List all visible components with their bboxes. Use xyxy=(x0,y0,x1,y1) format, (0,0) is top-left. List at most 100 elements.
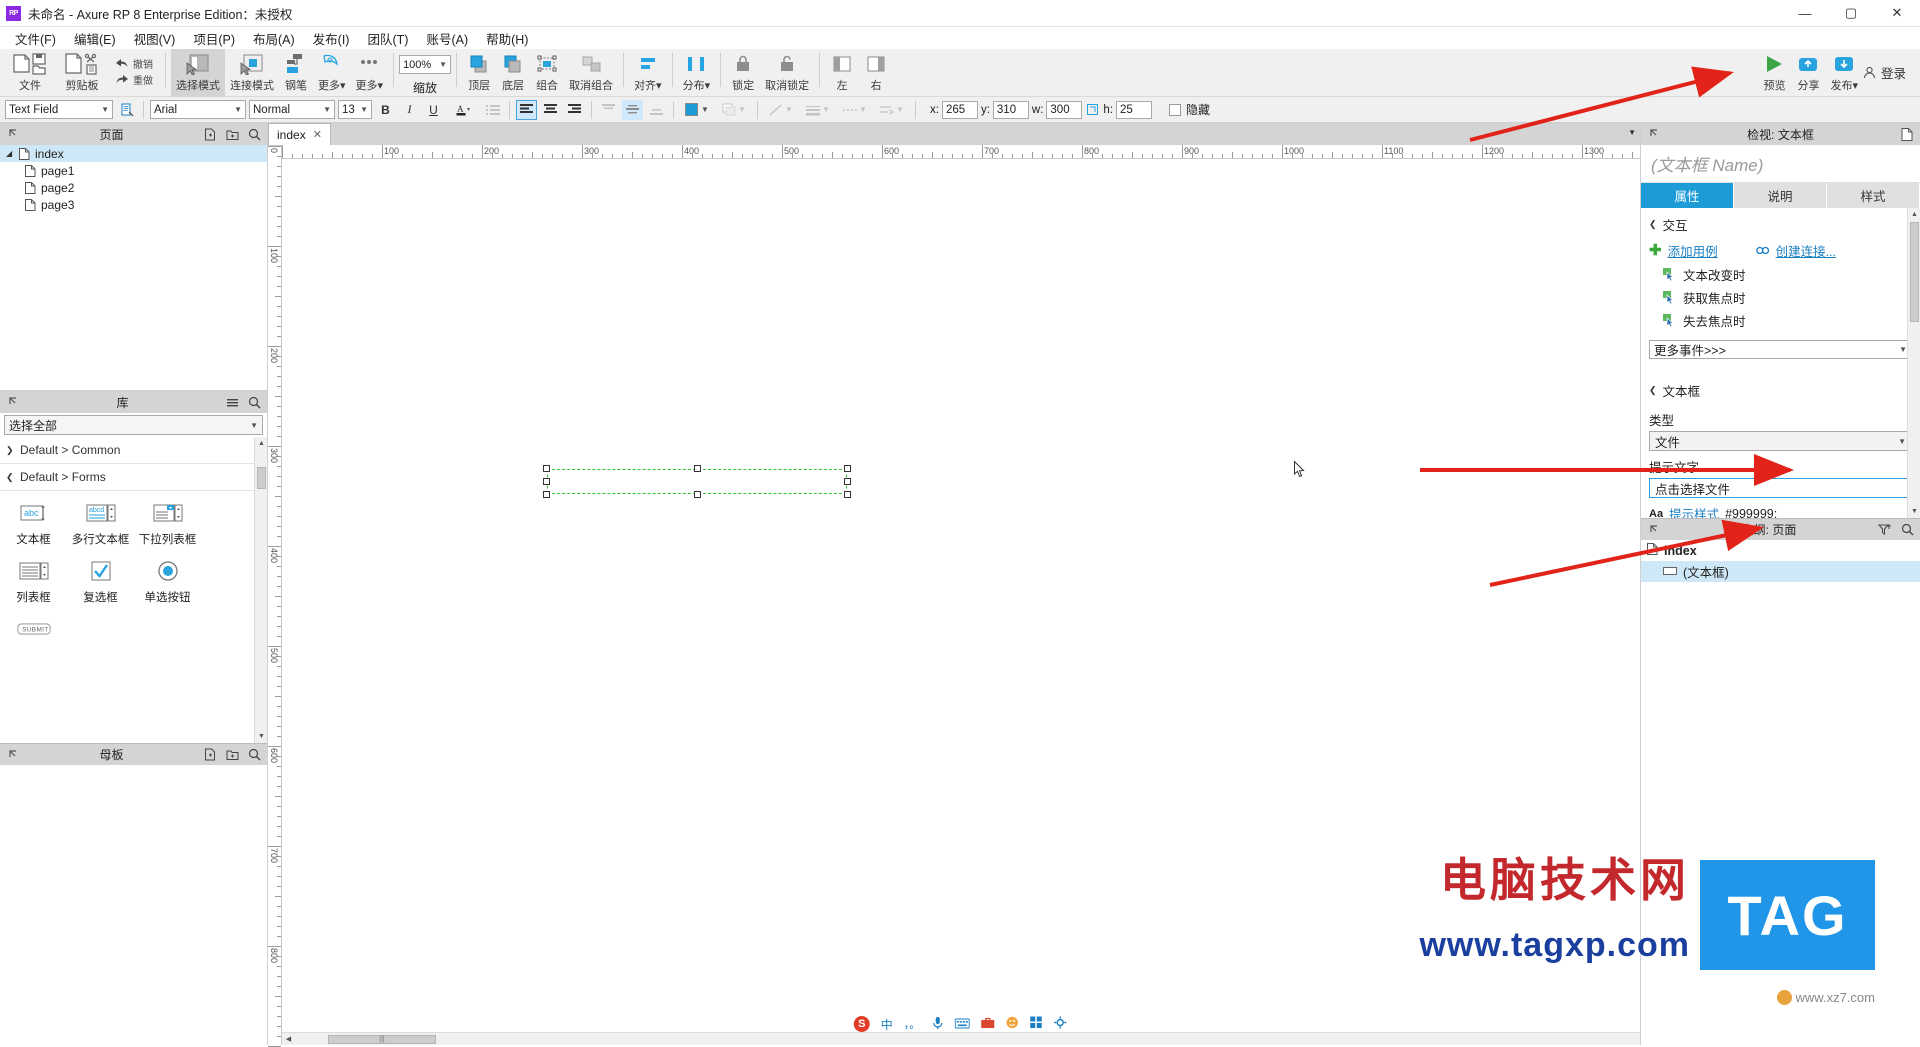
event-text-changed[interactable]: 文本改变时 xyxy=(1641,263,1920,286)
chevron-down-icon[interactable]: ▼ xyxy=(1628,128,1636,137)
toolbar-more-button[interactable]: 更多▾ xyxy=(313,49,351,97)
menu-icon[interactable] xyxy=(225,395,239,409)
outline-row-textbox[interactable]: (文本框) xyxy=(1641,561,1920,582)
collapse-arrow-icon[interactable] xyxy=(1647,127,1661,141)
toolbar-publish-button[interactable]: 发布▾ xyxy=(1825,49,1863,97)
resize-handle-e[interactable] xyxy=(844,478,851,485)
toolbar-ungroup-button[interactable]: 取消组合 xyxy=(564,49,618,97)
ime-mode-label[interactable]: 中 xyxy=(881,1016,893,1033)
design-canvas[interactable] xyxy=(282,159,1640,1032)
more-events-select[interactable]: 更多事件>>> ▼ xyxy=(1649,340,1912,359)
resize-handle-w[interactable] xyxy=(543,478,550,485)
toolbar-select-mode-button[interactable]: 选择模式 xyxy=(171,49,225,97)
resize-handle-nw[interactable] xyxy=(543,465,550,472)
line-style-icon[interactable]: ▼ xyxy=(764,100,798,120)
toolbar-connect-mode-button[interactable]: 连接模式 xyxy=(225,49,279,97)
align-center-icon[interactable] xyxy=(540,100,561,120)
menu-view[interactable]: 视图(V) xyxy=(125,27,185,50)
hint-text-input[interactable]: 点击选择文件 xyxy=(1649,478,1912,498)
menu-team[interactable]: 团队(T) xyxy=(358,27,417,50)
selected-textfield-widget[interactable] xyxy=(543,465,851,498)
page-tree-item-page3[interactable]: page3 xyxy=(0,196,267,213)
close-button[interactable]: ✕ xyxy=(1874,0,1920,27)
shadow-icon[interactable]: ▼ xyxy=(717,100,751,120)
page-tree-item-page1[interactable]: page1 xyxy=(0,162,267,179)
x-input[interactable]: 265 xyxy=(941,100,978,119)
settings-icon[interactable] xyxy=(1053,1016,1066,1032)
maximize-button[interactable]: ▢ xyxy=(1828,0,1874,27)
bold-button[interactable]: B xyxy=(375,100,396,120)
collapse-arrow-icon[interactable] xyxy=(6,748,20,762)
search-icon[interactable] xyxy=(1900,523,1914,537)
bullet-list-icon[interactable] xyxy=(482,100,503,120)
h-input[interactable]: 25 xyxy=(1116,100,1152,119)
hidden-checkbox[interactable] xyxy=(1169,103,1181,116)
fill-color-icon[interactable]: ▼ xyxy=(680,100,714,120)
menu-help[interactable]: 帮助(H) xyxy=(477,27,537,50)
font-size-select[interactable]: 13 ▼ xyxy=(338,100,372,119)
lock-ratio-icon[interactable] xyxy=(1085,100,1100,120)
collapse-arrow-icon[interactable] xyxy=(1647,523,1661,537)
align-left-icon[interactable] xyxy=(516,99,537,120)
tab-notes[interactable]: 说明 xyxy=(1734,183,1827,208)
filter-icon[interactable] xyxy=(1877,523,1891,537)
scroll-up-arrow-icon[interactable]: ▲ xyxy=(255,437,267,450)
toolbar-send-back-button[interactable]: 底层 xyxy=(496,49,530,97)
resize-handle-ne[interactable] xyxy=(844,465,851,472)
emoji-icon[interactable] xyxy=(1005,1016,1018,1032)
hscroll-thumb[interactable]: ||| xyxy=(328,1035,436,1044)
font-family-select[interactable]: Arial ▼ xyxy=(150,100,246,119)
close-icon[interactable]: ✕ xyxy=(313,128,322,141)
menu-publish[interactable]: 发布(I) xyxy=(304,27,359,50)
align-right-icon[interactable] xyxy=(564,100,585,120)
toolbar-left-panel-button[interactable]: 左 xyxy=(825,49,859,97)
line-dash-icon[interactable]: ▼ xyxy=(838,100,872,120)
widget-type-select[interactable]: Text Field ▼ xyxy=(5,100,113,119)
inspector-scrollbar[interactable]: ▲ ▼ xyxy=(1907,208,1920,518)
search-icon[interactable] xyxy=(247,395,261,409)
canvas-tab-index[interactable]: index ✕ xyxy=(268,123,331,145)
toolbar-file-button[interactable]: 文件 xyxy=(4,49,56,97)
widget-listbox[interactable]: 列表框 xyxy=(0,555,67,605)
toolbar-pen-button[interactable]: 钢笔 xyxy=(279,49,313,97)
outline-row-index[interactable]: index xyxy=(1641,540,1920,561)
underline-button[interactable]: U xyxy=(423,100,444,120)
scrollbar-thumb[interactable] xyxy=(1910,222,1919,322)
font-color-icon[interactable]: A xyxy=(447,100,479,120)
toolbox-icon[interactable] xyxy=(980,1017,994,1032)
toolbar-redo-button[interactable]: 重做 xyxy=(115,71,153,87)
widget-droplist[interactable]: 下拉列表框 xyxy=(134,497,201,547)
expand-arrow-icon[interactable]: ◢ xyxy=(6,149,18,158)
resize-handle-sw[interactable] xyxy=(543,491,550,498)
scroll-left-arrow-icon[interactable]: ◀ xyxy=(282,1033,295,1046)
mic-icon[interactable] xyxy=(931,1016,943,1033)
toolbar-clipboard-button[interactable]: 剪贴板 xyxy=(56,49,108,97)
zoom-select[interactable]: 100% ▼ xyxy=(399,55,452,74)
login-button[interactable]: 登录 xyxy=(1863,49,1920,82)
toolbar-bring-front-button[interactable]: 顶层 xyxy=(462,49,496,97)
toolbar-lock-button[interactable]: 锁定 xyxy=(726,49,760,97)
scroll-down-arrow-icon[interactable]: ▼ xyxy=(1908,505,1920,518)
toolbar-group-button[interactable]: 组合 xyxy=(530,49,564,97)
ime-punctuation-label[interactable]: ，。 xyxy=(904,1016,921,1032)
minimize-button[interactable]: — xyxy=(1782,0,1828,27)
resize-handle-se[interactable] xyxy=(844,491,851,498)
line-arrow-icon[interactable]: ▼ xyxy=(875,100,909,120)
scrollbar-thumb[interactable] xyxy=(257,467,266,489)
library-group-common[interactable]: ❯ Default > Common xyxy=(0,437,267,464)
valign-top-icon[interactable] xyxy=(598,100,619,120)
scroll-up-arrow-icon[interactable]: ▲ xyxy=(1908,208,1920,221)
page-tree-item-page2[interactable]: page2 xyxy=(0,179,267,196)
toolbar-right-panel-button[interactable]: 右 xyxy=(859,49,893,97)
widget-radio-button[interactable]: 单选按钮 xyxy=(134,555,201,605)
valign-middle-icon[interactable] xyxy=(622,99,643,120)
page-icon[interactable] xyxy=(1900,127,1914,141)
add-master-icon[interactable] xyxy=(203,748,217,762)
add-case-link[interactable]: 添加用例 xyxy=(1668,241,1718,260)
menu-file[interactable]: 文件(F) xyxy=(6,27,65,50)
italic-button[interactable]: I xyxy=(399,100,420,120)
library-group-forms[interactable]: ❮ Default > Forms xyxy=(0,464,267,491)
menu-edit[interactable]: 编辑(E) xyxy=(65,27,125,50)
collapse-arrow-icon[interactable] xyxy=(6,395,20,409)
resize-handle-s[interactable] xyxy=(694,491,701,498)
